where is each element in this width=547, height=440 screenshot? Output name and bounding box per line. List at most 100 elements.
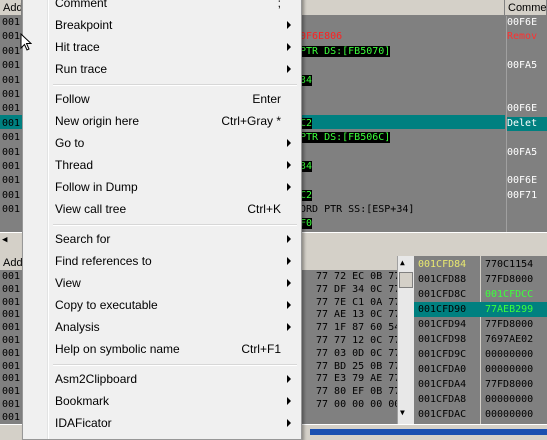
submenu-arrow-icon: [287, 139, 291, 147]
comment-cell: 00F6E: [507, 175, 538, 187]
menu-item-label: Run trace: [55, 62, 108, 76]
menu-item-breakpoint[interactable]: Breakpoint: [25, 14, 299, 36]
stack-address: 001CFDAC: [418, 409, 467, 420]
stack-row[interactable]: 001CFD9C 00000000: [414, 347, 547, 362]
menu-item-comment[interactable]: Comment;: [25, 0, 299, 14]
menu-item-label: Asm2Clipboard: [55, 372, 138, 386]
disassembly-line[interactable]: [300, 59, 505, 73]
menu-item-label: Follow: [55, 92, 90, 106]
stack-row[interactable]: 001CFDA4 77FD8000: [414, 377, 547, 392]
disassembly-line[interactable]: 0F6E806: [300, 30, 505, 44]
scroll-down-icon[interactable]: ▼: [400, 408, 405, 417]
menu-item-shortcut: Ctrl+Gray *: [221, 114, 281, 128]
context-menu: Comment; Breakpoint Hit trace Run trace Foll…: [22, 0, 302, 440]
menu-item-help-on-symbolic-name[interactable]: Help on symbolic name Ctrl+F1: [25, 338, 299, 360]
dump-address-cell: 001: [2, 334, 21, 346]
dump-hex-row[interactable]: 77 1F 87 60 54: [300, 322, 397, 335]
disassembly-line[interactable]: F0: [300, 217, 505, 231]
disassembly-line[interactable]: ORD PTR SS:[ESP+34]: [300, 203, 505, 217]
disassembly-line[interactable]: [300, 146, 505, 160]
dump-address-cell: 001: [2, 360, 21, 372]
comment-cell: Remov: [507, 31, 538, 43]
dump-hex-row[interactable]: 77 00 00 00 00: [300, 399, 397, 412]
dump-hex-column: 77 72 EC 0B 77 77 DF 34 0C 77 77 7E C1 0A …: [300, 271, 397, 424]
comment-column: 00F6E Remov 00FA5 00F6E Delet 00FA5 00F6E 00F71: [506, 16, 547, 232]
dump-hex-row[interactable]: 77 BD 25 0B 77: [300, 361, 397, 374]
status-stripe: [310, 429, 547, 435]
menu-item-hit-trace[interactable]: Hit trace: [25, 36, 299, 58]
menu-item-bookmark[interactable]: Bookmark: [25, 390, 299, 412]
stack-value: 00000000: [485, 394, 534, 405]
dump-address-cell: 001: [2, 398, 21, 410]
menu-item-follow-in-dump[interactable]: Follow in Dump: [25, 176, 299, 198]
menu-item-label: Hit trace: [55, 40, 100, 54]
disassembly-line[interactable]: [300, 88, 505, 102]
submenu-arrow-icon: [287, 419, 291, 427]
dump-hex-row[interactable]: 77 72 EC 0B 77: [300, 271, 397, 284]
disassembly-line[interactable]: PTR DS:[FB506C]: [300, 131, 505, 145]
menu-item-analysis[interactable]: Analysis: [25, 316, 299, 338]
menu-item-thread[interactable]: Thread: [25, 154, 299, 176]
stack-row[interactable]: 001CFD8C 001CFDCC: [414, 287, 547, 302]
dump-vertical-scrollbar[interactable]: ▲ ▼: [397, 256, 414, 424]
disassembly-line[interactable]: [300, 174, 505, 188]
dump-hex-row[interactable]: 77 AE 13 0C 77: [300, 309, 397, 322]
disassembly-line[interactable]: [300, 102, 505, 116]
dump-hex-row[interactable]: 77 03 0D 0C 77: [300, 348, 397, 361]
disassembly-line[interactable]: C2: [300, 117, 505, 131]
menu-item-follow[interactable]: Follow Enter: [25, 88, 299, 110]
menu-item-new-origin-here[interactable]: New origin here Ctrl+Gray *: [25, 110, 299, 132]
menu-item-view-call-tree[interactable]: View call tree Ctrl+K: [25, 198, 299, 220]
disassembly-line[interactable]: PTR DS:[FB5070]: [300, 45, 505, 59]
address-cell: 001: [2, 117, 21, 129]
disassembly-line[interactable]: 34: [300, 74, 505, 88]
address-cell: 001: [2, 74, 21, 86]
disassembly-line[interactable]: [300, 16, 505, 30]
dump-hex-row[interactable]: 77 77 12 0C 77: [300, 335, 397, 348]
stack-row[interactable]: 001CFDA0 00000000: [414, 362, 547, 377]
menu-item-view[interactable]: View: [25, 272, 299, 294]
menu-item-find-references-to[interactable]: Find references to: [25, 250, 299, 272]
menu-item-run-trace[interactable]: Run trace: [25, 58, 299, 80]
menu-item-asm2clipboard[interactable]: Asm2Clipboard: [25, 368, 299, 390]
stack-row[interactable]: 001CFD94 77FD8000: [414, 317, 547, 332]
menu-item-idaficator[interactable]: IDAFicator: [25, 412, 299, 434]
scroll-left-icon[interactable]: ◀: [2, 235, 7, 245]
disassembly-line[interactable]: C2: [300, 189, 505, 203]
dump-address-cell: 001: [2, 322, 21, 334]
menu-item-search-for[interactable]: Search for: [25, 228, 299, 250]
scroll-up-icon[interactable]: ▲: [400, 258, 405, 267]
stack-row[interactable]: 001CFD98 7697AE02: [414, 332, 547, 347]
comment-cell: 00F6E: [507, 103, 538, 115]
submenu-arrow-icon: [287, 43, 291, 51]
stack-address: 001CFD94: [418, 319, 467, 330]
stack-address: 001CFDA8: [418, 394, 467, 405]
stack-value: 77FD8000: [485, 319, 534, 330]
stack-row[interactable]: 001CFDAC 00000000: [414, 407, 547, 422]
stack-pane[interactable]: 001CFD84 770C1154 001CFD88 77FD8000 001CFD8C…: [414, 256, 547, 424]
address-cell: 001: [2, 204, 21, 216]
menu-separator: [53, 84, 297, 86]
menu-item-go-to[interactable]: Go to: [25, 132, 299, 154]
address-cell: 001: [2, 146, 21, 158]
submenu-arrow-icon: [287, 235, 291, 243]
dump-hex-row[interactable]: 77 DF 34 0C 77: [300, 284, 397, 297]
stack-row[interactable]: 001CFD84 770C1154: [414, 257, 547, 272]
address-column: 001 001 001 001 001 001 001 001 001 001 001 001 001 0…: [0, 16, 22, 232]
menu-item-copy-to-executable[interactable]: Copy to executable: [25, 294, 299, 316]
stack-row[interactable]: 001CFD90 77AEB299: [414, 302, 547, 317]
dump-hex-row[interactable]: 77 7E C1 0A 77: [300, 297, 397, 310]
stack-value: 00000000: [485, 409, 534, 420]
comment-column-header[interactable]: Comment: [505, 0, 547, 16]
disassembly-line[interactable]: 34: [300, 160, 505, 174]
dump-hex-row[interactable]: 77 80 EF 0B 77: [300, 386, 397, 399]
dump-hex-row[interactable]: 77 E3 79 AE 77: [300, 373, 397, 386]
submenu-arrow-icon: [287, 397, 291, 405]
address-column-header[interactable]: Address: [0, 0, 22, 16]
stack-address: 001CFD90: [418, 304, 467, 315]
stack-row[interactable]: 001CFD88 77FD8000: [414, 272, 547, 287]
address-cell: 001: [2, 60, 21, 72]
stack-row[interactable]: 001CFDA8 00000000: [414, 392, 547, 407]
stack-value: 77FD8000: [485, 274, 534, 285]
scrollbar-thumb[interactable]: [399, 272, 413, 288]
